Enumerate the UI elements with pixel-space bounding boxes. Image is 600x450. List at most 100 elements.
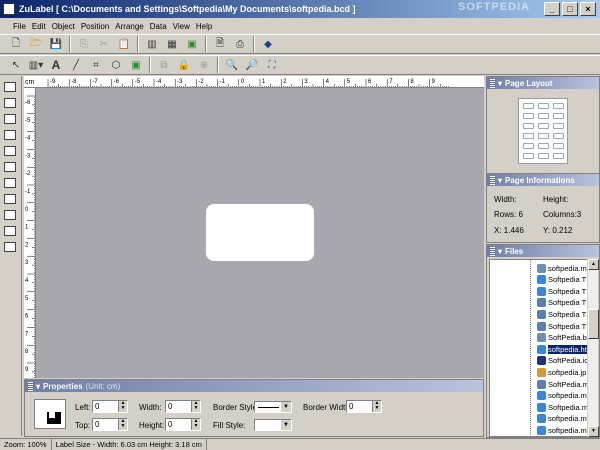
collapse-icon[interactable]: ▾: [498, 79, 502, 88]
properties-unit: (Unit: cm): [85, 381, 121, 391]
menu-arrange[interactable]: Arrange: [112, 22, 146, 31]
align-bottom-icon[interactable]: [4, 162, 16, 172]
collapse-icon[interactable]: ▾: [498, 176, 502, 185]
grid-icon[interactable]: ▦: [164, 36, 180, 52]
file-item[interactable]: softpedia.m: [537, 263, 587, 273]
text-icon[interactable]: A: [48, 57, 64, 73]
border-style-select[interactable]: ▼: [254, 401, 292, 413]
same-width-icon[interactable]: [4, 210, 16, 220]
ruler-tick-label: 8: [25, 349, 29, 355]
ruler-tick-label: -5: [135, 79, 141, 85]
pointer-icon[interactable]: ↖: [8, 57, 24, 73]
file-item[interactable]: softpedia.m: [537, 425, 587, 435]
page-layout-preview[interactable]: [518, 98, 568, 164]
zoom-in-icon[interactable]: 🔍: [224, 57, 240, 73]
file-item[interactable]: Softpedia T: [537, 321, 587, 331]
space-vertical-icon[interactable]: [4, 194, 16, 204]
scroll-down-icon[interactable]: ▼: [588, 426, 599, 437]
grip-icon[interactable]: [490, 78, 495, 88]
ie-file-icon: [537, 275, 546, 285]
new-icon[interactable]: 🗋: [8, 36, 24, 52]
close-button[interactable]: ×: [580, 2, 596, 16]
file-item[interactable]: softpedia.ht: [537, 344, 587, 354]
page-icon[interactable]: 🗎: [212, 36, 228, 52]
copy-icon[interactable]: ⎘: [76, 36, 92, 52]
layout-label-cell: [553, 143, 564, 149]
label-shape[interactable]: [206, 204, 314, 261]
ruler-tick-label: 5: [347, 79, 351, 85]
unlock-icon[interactable]: ⊕: [196, 57, 212, 73]
book-icon[interactable]: ◆: [260, 36, 276, 52]
menu-position[interactable]: Position: [78, 22, 112, 31]
save-icon[interactable]: 💾: [48, 36, 64, 52]
title-bar: ZuLabel [ C:\Documents and Settings\Soft…: [0, 0, 600, 18]
fill-style-select[interactable]: ▼: [254, 419, 292, 431]
scroll-up-icon[interactable]: ▲: [588, 259, 599, 270]
ie-file-icon: [537, 402, 546, 412]
file-item[interactable]: SoftPedia.b: [537, 333, 587, 343]
file-item[interactable]: Softpedia T: [537, 286, 587, 296]
height-input[interactable]: 0 ▲ ▼: [165, 418, 201, 431]
layout-label-cell: [523, 103, 534, 109]
collapse-icon[interactable]: ▾: [498, 247, 502, 256]
open-icon[interactable]: 🗁: [28, 36, 44, 52]
app-icon: [3, 3, 15, 15]
top-input[interactable]: 0 ▲ ▼: [92, 418, 128, 431]
layout-label-cell: [553, 153, 564, 159]
file-item[interactable]: Softpedia T: [537, 309, 587, 319]
align-right-icon[interactable]: [4, 114, 16, 124]
file-item[interactable]: Softpedia.m: [537, 402, 587, 412]
layout-label-cell: [538, 103, 549, 109]
border-width-input[interactable]: 0 ▲ ▼: [346, 400, 382, 413]
file-item[interactable]: softpedia.m: [537, 414, 587, 424]
files-header: ▾ Files: [487, 245, 599, 257]
same-size-icon[interactable]: [4, 242, 16, 252]
status-bar: Zoom: 100% Label Size - Width: 6.03 cm H…: [0, 438, 600, 450]
barcode-icon[interactable]: ▥▾: [28, 57, 44, 73]
align-top-icon[interactable]: [4, 130, 16, 140]
paste-icon[interactable]: 📋: [116, 36, 132, 52]
polygon-icon[interactable]: ⬡: [108, 57, 124, 73]
file-item[interactable]: softpedia.jp: [537, 367, 587, 377]
grip-icon[interactable]: [490, 175, 495, 185]
crop-icon[interactable]: ⌗: [88, 57, 104, 73]
file-tree[interactable]: softpedia.m Softpedia T Softpedia T Softped…: [489, 259, 597, 437]
ruler-tick-label: 1: [25, 225, 29, 231]
width-input[interactable]: 0 ▲ ▼: [165, 400, 201, 413]
align-left-icon[interactable]: [4, 82, 16, 92]
scroll-thumb[interactable]: [588, 309, 599, 339]
picture-icon[interactable]: ▣: [128, 57, 144, 73]
file-item[interactable]: SoftPedia.m: [537, 379, 587, 389]
cut-icon[interactable]: ✂: [96, 36, 112, 52]
zoom-fit-icon[interactable]: ⛶: [264, 57, 280, 73]
menu-edit[interactable]: Edit: [29, 22, 49, 31]
menu-help[interactable]: Help: [193, 22, 215, 31]
align-center-icon[interactable]: [4, 98, 16, 108]
file-item[interactable]: Softpedia T: [537, 275, 587, 285]
notepad-file-icon: [537, 309, 546, 319]
grip-icon[interactable]: [28, 381, 33, 391]
grip-icon[interactable]: [490, 246, 495, 256]
menu-file[interactable]: File: [10, 22, 29, 31]
file-item[interactable]: Softpedia T: [537, 298, 587, 308]
lock-icon[interactable]: 🔒: [176, 57, 192, 73]
file-item[interactable]: softpedia.m: [537, 391, 587, 401]
space-horizontal-icon[interactable]: [4, 178, 16, 188]
menu-view[interactable]: View: [170, 22, 193, 31]
zoom-out-icon[interactable]: 🔎: [244, 57, 260, 73]
maximize-button[interactable]: □: [562, 2, 578, 16]
print-icon[interactable]: ⎙: [232, 36, 248, 52]
file-scrollbar[interactable]: ▲ ▼: [587, 259, 599, 437]
menu-data[interactable]: Data: [147, 22, 170, 31]
columns-icon[interactable]: ▥: [144, 36, 160, 52]
group-icon[interactable]: ⧉: [156, 57, 172, 73]
align-middle-icon[interactable]: [4, 146, 16, 156]
minimize-button[interactable]: _: [544, 2, 560, 16]
file-item[interactable]: SoftPedia.ic: [537, 356, 587, 366]
menu-object[interactable]: Object: [49, 22, 78, 31]
left-input[interactable]: 0 ▲ ▼: [92, 400, 128, 413]
collapse-icon[interactable]: ▾: [36, 382, 40, 391]
line-icon[interactable]: ╱: [68, 57, 84, 73]
image-icon[interactable]: ▣: [184, 36, 200, 52]
same-height-icon[interactable]: [4, 226, 16, 236]
